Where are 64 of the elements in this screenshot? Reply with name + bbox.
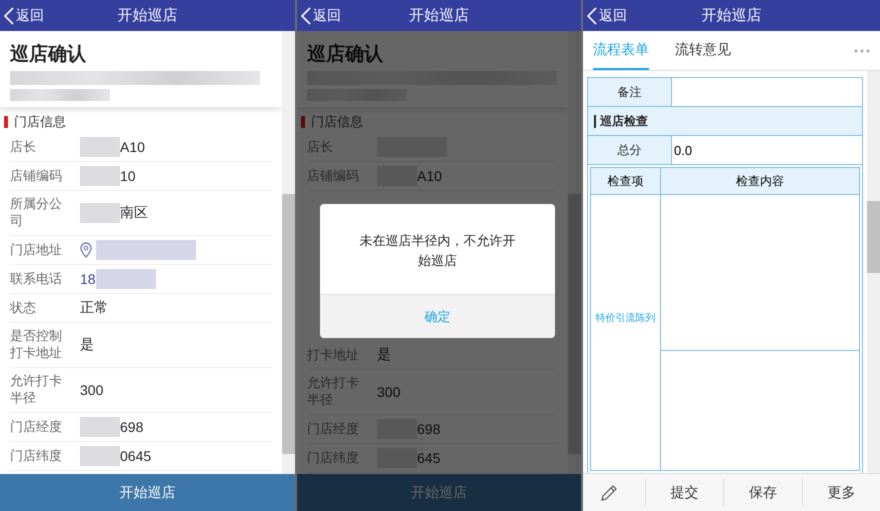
- form-label: 备注: [588, 78, 672, 106]
- pencil-icon[interactable]: [599, 482, 619, 502]
- field-label: 所属分公司: [10, 196, 63, 230]
- field-value: 698: [120, 419, 144, 435]
- field-label: 店长: [10, 138, 37, 156]
- field-label: 允许打卡半径: [10, 373, 63, 407]
- back-link[interactable]: 返回: [583, 6, 627, 24]
- field-label: 门店经度: [10, 418, 63, 436]
- back-link[interactable]: 返回: [297, 6, 341, 24]
- back-chevron-icon: [301, 6, 311, 24]
- location-pin-icon: [80, 242, 92, 258]
- field-label: 店铺编码: [307, 168, 360, 184]
- section-title: 门店信息: [311, 114, 363, 131]
- field-value: 18: [80, 271, 96, 287]
- field-value: 300: [377, 384, 400, 400]
- section-title: 巡店检查: [600, 112, 648, 130]
- toolbar-button[interactable]: 保存: [723, 479, 802, 506]
- field-value: 300: [80, 382, 104, 398]
- field-label: 联系电话: [10, 270, 63, 288]
- page-title: 开始巡店: [702, 6, 762, 25]
- start-button[interactable]: 开始巡店: [0, 474, 295, 511]
- field-value: 南区: [120, 204, 148, 222]
- column-header: 检查项: [591, 168, 661, 194]
- field-label: 是否控制打卡地址: [10, 328, 63, 362]
- field-value: A10: [417, 168, 442, 184]
- back-chevron-icon: [587, 6, 597, 24]
- tab[interactable]: 流转意见: [675, 31, 731, 70]
- field-label: 状态: [10, 300, 37, 316]
- dialog-message: 未在巡店半径内，不允许开始巡店: [358, 233, 516, 271]
- form-label: 总分: [588, 136, 672, 164]
- section-marker: [594, 114, 596, 128]
- form-value: 0.0: [673, 142, 694, 160]
- scrollbar[interactable]: [568, 31, 581, 474]
- section-marker: [301, 116, 305, 128]
- field-value: 0645: [120, 448, 152, 464]
- field-label: 门店纬度: [307, 450, 360, 466]
- toolbar-button[interactable]: 提交: [645, 479, 724, 506]
- column-header: 检查内容: [735, 172, 785, 190]
- field-label: 店长: [307, 138, 334, 156]
- field-value: 10: [120, 168, 136, 184]
- card-title: 巡店确认: [10, 42, 87, 67]
- field-label: 打卡地址: [307, 346, 360, 364]
- field-value: A10: [120, 139, 145, 155]
- back-link[interactable]: 返回: [0, 6, 44, 24]
- field-label: 允许打卡半径: [307, 375, 360, 409]
- toolbar-button[interactable]: 更多: [802, 479, 880, 506]
- field-value: 正常: [80, 299, 108, 317]
- field-label: 门店经度: [307, 420, 360, 438]
- field-label: 门店纬度: [10, 448, 63, 464]
- card-title: 巡店确认: [307, 42, 384, 67]
- page-title: 开始巡店: [409, 6, 469, 25]
- more-icon[interactable]: [854, 48, 870, 52]
- scrollbar[interactable]: [867, 71, 880, 473]
- section-title: 门店信息: [14, 114, 66, 131]
- section-marker: [4, 116, 8, 128]
- page-title: 开始巡店: [118, 6, 178, 25]
- field-value: 698: [417, 421, 440, 437]
- field-label: 门店地址: [10, 242, 63, 258]
- field-label: 店铺编码: [10, 168, 63, 184]
- back-chevron-icon: [4, 6, 14, 24]
- field-value: 是: [80, 336, 94, 354]
- field-value: 645: [417, 450, 440, 466]
- field-value: 是: [377, 346, 391, 364]
- scrollbar[interactable]: [282, 31, 295, 474]
